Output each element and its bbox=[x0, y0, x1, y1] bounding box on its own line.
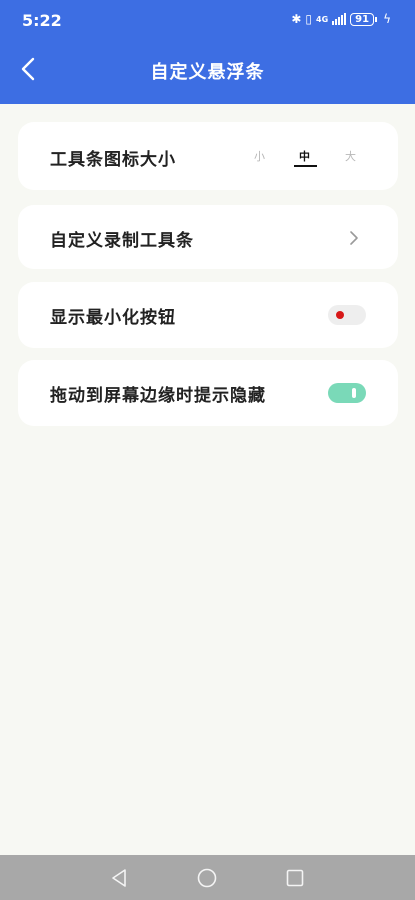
page-title: 自定义悬浮条 bbox=[150, 62, 265, 83]
toggle-knob bbox=[352, 388, 356, 398]
size-option-small[interactable]: 小 bbox=[254, 148, 265, 164]
size-option-medium[interactable]: 中 bbox=[299, 148, 310, 164]
show-minimize-row: 显示最小化按钮 bbox=[18, 282, 398, 348]
status-time: 5:22 bbox=[22, 11, 62, 30]
custom-toolbar-label: 自定义录制工具条 bbox=[50, 231, 194, 251]
chevron-right-icon bbox=[350, 231, 358, 245]
home-circle-icon[interactable] bbox=[196, 867, 218, 889]
app-header: 5:22 ✱ ▯ 4G 91 ϟ 自定义悬浮条 bbox=[0, 0, 415, 104]
toggle-knob bbox=[336, 311, 344, 319]
show-minimize-toggle[interactable] bbox=[328, 305, 366, 325]
custom-toolbar-row[interactable]: 自定义录制工具条 bbox=[18, 205, 398, 269]
hide-hint-toggle[interactable] bbox=[328, 383, 366, 403]
signal-icon bbox=[332, 13, 347, 25]
system-nav-bar bbox=[0, 855, 415, 900]
network-type: 4G bbox=[316, 14, 329, 24]
bluetooth-icon: ✱ bbox=[291, 12, 302, 26]
icon-size-label: 工具条图标大小 bbox=[50, 150, 176, 170]
size-option-large[interactable]: 大 bbox=[345, 148, 356, 164]
battery-level: 91 bbox=[350, 12, 375, 26]
charging-icon: ϟ bbox=[383, 12, 391, 26]
selected-indicator bbox=[294, 165, 317, 167]
hide-hint-row: 拖动到屏幕边缘时提示隐藏 bbox=[18, 360, 398, 426]
recents-square-icon[interactable] bbox=[284, 867, 306, 889]
back-triangle-icon[interactable] bbox=[108, 867, 130, 889]
show-minimize-label: 显示最小化按钮 bbox=[50, 308, 176, 328]
vibrate-icon: ▯ bbox=[305, 12, 313, 26]
icon-size-setting: 工具条图标大小 小 中 大 bbox=[18, 122, 398, 190]
battery-icon: 91 bbox=[350, 12, 378, 26]
hide-hint-label: 拖动到屏幕边缘时提示隐藏 bbox=[50, 386, 266, 406]
status-icons: ✱ ▯ 4G 91 ϟ bbox=[291, 12, 391, 26]
